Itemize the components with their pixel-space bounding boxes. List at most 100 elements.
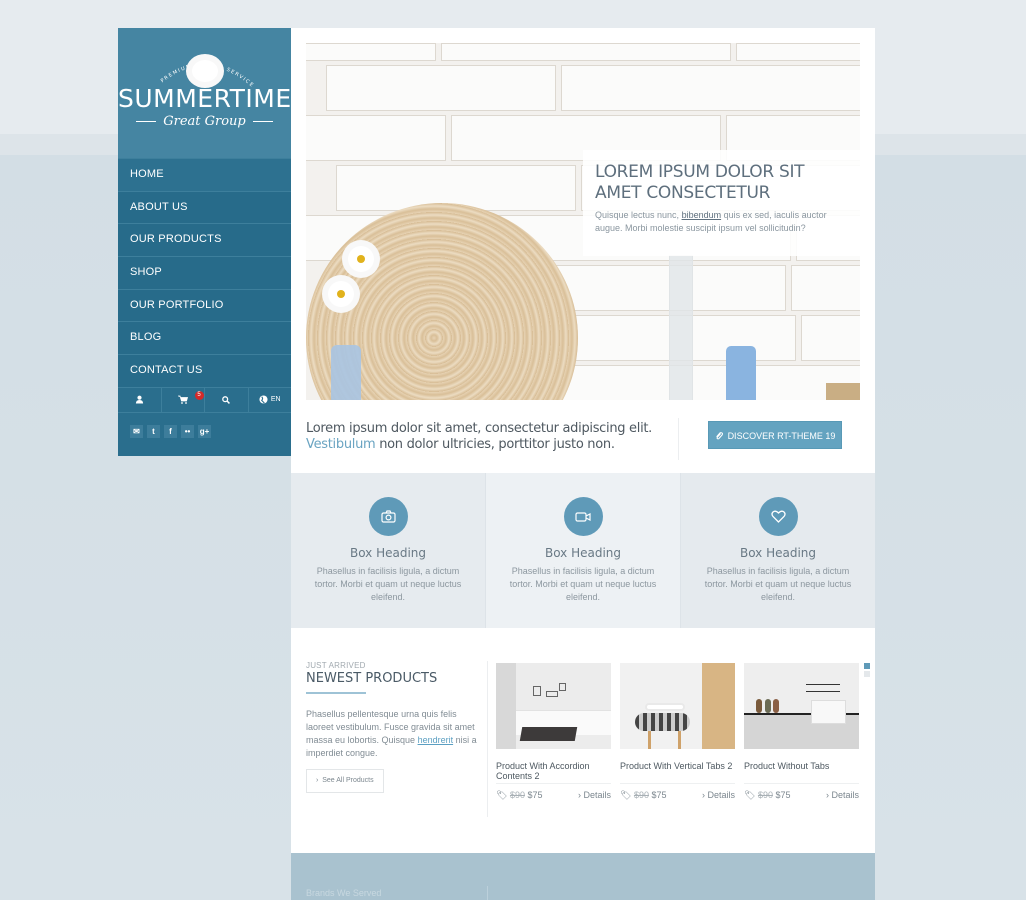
brands-section: Brands We Served (291, 853, 875, 900)
product-price: 🏷 $90 $75 (744, 790, 791, 801)
logo-brand: SUMMERTIME (118, 84, 292, 113)
old-price: $90 (509, 790, 525, 800)
title-underline (306, 692, 366, 694)
feature-icon-circle (368, 497, 408, 536)
logo-line-left (136, 121, 157, 122)
product-image[interactable] (744, 663, 859, 749)
nav-item-shop[interactable]: SHOP (118, 256, 291, 289)
nav-item-about-us[interactable]: ABOUT US (118, 190, 291, 224)
hero-image-vase (331, 345, 361, 400)
product-price: 🏷 $90 $75 (620, 790, 667, 801)
hero-image-brick (306, 115, 446, 161)
globe-icon (259, 395, 268, 404)
logo-line-right (252, 121, 273, 122)
old-price: $90 (633, 790, 649, 800)
social-links: ✉ t f •• g+ (118, 413, 291, 438)
product-details-link[interactable]: › Details (702, 790, 735, 801)
heart-icon (770, 510, 786, 523)
product-details-link[interactable]: › Details (578, 790, 611, 801)
nav-item-home[interactable]: HOME (118, 158, 291, 191)
brands-divider (487, 886, 488, 900)
flickr-icon[interactable]: •• (181, 424, 194, 438)
feature-heading: Box Heading (349, 546, 427, 560)
carousel-dot-1[interactable] (864, 663, 870, 669)
promo-line2: non dolor ultricies, porttitor justo non… (375, 437, 615, 452)
feature-icon-circle (563, 497, 603, 536)
camera-icon (380, 510, 396, 523)
feature-box: Box Heading Phasellus in facilisis ligul… (291, 473, 486, 628)
product-divider (620, 783, 735, 784)
mail-icon[interactable]: ✉ (130, 424, 143, 438)
hero-link[interactable]: bibendum (682, 210, 722, 220)
product-image[interactable] (620, 663, 735, 749)
product-card: Product With Vertical Tabs 2 🏷 $90 $75 ›… (620, 663, 735, 801)
hero-image-basket (826, 383, 860, 400)
carousel-dot-2[interactable] (864, 671, 870, 677)
logo-flower-icon (192, 60, 218, 82)
details-label: Details (583, 790, 611, 800)
current-price: $75 (527, 790, 543, 800)
discover-button-label: DISCOVER RT-THEME 19 (727, 431, 836, 441)
product-card: Product Without Tabs 🏷 $90 $75 › Details (744, 663, 859, 801)
feature-text: Phasellus in facilisis ligula, a dictum … (314, 566, 462, 602)
see-all-products-button[interactable]: › See All Products (306, 769, 384, 793)
product-image[interactable] (496, 663, 611, 749)
product-price: 🏷 $90 $75 (496, 790, 543, 801)
feature-box: Box Heading Phasellus in facilisis ligul… (486, 473, 681, 628)
search-icon (222, 395, 231, 404)
feature-box: Box Heading Phasellus in facilisis ligul… (681, 473, 875, 628)
nav-item-contact-us[interactable]: CONTACT US (118, 354, 291, 387)
hero-slider[interactable]: LOREM IPSUM DOLOR SIT AMET CONSECTETUR Q… (306, 43, 860, 400)
hero-image-brick (441, 43, 731, 61)
cart-button[interactable]: 5 (162, 387, 205, 412)
newest-products-intro: JUST ARRIVED NEWEST PRODUCTS Phasellus p… (306, 661, 478, 793)
user-button[interactable] (118, 387, 162, 412)
old-price: $90 (757, 790, 773, 800)
logo-subtitle: Great Group (118, 114, 291, 129)
search-button[interactable] (205, 387, 249, 412)
hero-image-brick (736, 43, 860, 61)
logo-subtitle-text: Great Group (163, 114, 246, 129)
twitter-icon[interactable]: t (147, 424, 160, 438)
hero-image-brick (561, 65, 860, 111)
product-price-row: 🏷 $90 $75 › Details (620, 790, 735, 801)
nav-item-our-portfolio[interactable]: OUR PORTFOLIO (118, 288, 291, 322)
details-label: Details (831, 790, 859, 800)
section-text: Phasellus pellentesque urna quis felis l… (306, 708, 478, 760)
language-label: EN (270, 396, 281, 404)
hero-image-flower (348, 246, 374, 272)
hero-image-brick (791, 265, 860, 311)
discover-button[interactable]: DISCOVER RT-THEME 19 (708, 421, 842, 449)
section-link[interactable]: hendrerit (418, 735, 454, 745)
brands-title: Brands We Served (306, 888, 382, 898)
price-tag-icon: 🏷 (744, 790, 758, 800)
nav-item-our-products[interactable]: OUR PRODUCTS (118, 223, 291, 257)
current-price: $75 (651, 790, 667, 800)
product-details-link[interactable]: › Details (826, 790, 859, 801)
sidebar-toolbar: 5 EN (118, 386, 292, 413)
facebook-icon[interactable]: f (164, 424, 177, 438)
hero-text: Quisque lectus nunc, bibendum quis ex se… (595, 209, 848, 235)
product-name[interactable]: Product With Vertical Tabs 2 (620, 761, 735, 782)
language-selector[interactable]: EN (249, 388, 292, 412)
promo-divider (678, 418, 679, 460)
google-plus-icon[interactable]: g+ (198, 424, 211, 438)
product-divider (496, 783, 611, 784)
hero-title: LOREM IPSUM DOLOR SIT AMET CONSECTETUR (595, 162, 805, 203)
product-price-row: 🏷 $90 $75 › Details (744, 790, 859, 801)
main-content: LOREM IPSUM DOLOR SIT AMET CONSECTETUR Q… (291, 28, 875, 900)
product-name[interactable]: Product With Accordion Contents 2 (496, 761, 611, 782)
sidebar: PREMIUM UNIQUE SERVICES SUMMERTIME Great… (118, 28, 291, 456)
logo[interactable]: PREMIUM UNIQUE SERVICES SUMMERTIME Great… (118, 28, 291, 158)
hero-image-brick (306, 43, 436, 61)
hero-image-brick (326, 65, 556, 111)
product-name[interactable]: Product Without Tabs (744, 761, 859, 782)
current-price: $75 (775, 790, 791, 800)
hero-caption: LOREM IPSUM DOLOR SIT AMET CONSECTETUR Q… (583, 150, 860, 256)
promo-link[interactable]: Vestibulum (306, 437, 376, 452)
nav-item-blog[interactable]: BLOG (118, 321, 291, 355)
cart-icon (177, 395, 188, 405)
promo-text: Lorem ipsum dolor sit amet, consectetur … (306, 421, 666, 453)
product-carousel: Product With Accordion Contents 2 🏷 $90 … (496, 663, 859, 801)
product-price-row: 🏷 $90 $75 › Details (496, 790, 611, 801)
